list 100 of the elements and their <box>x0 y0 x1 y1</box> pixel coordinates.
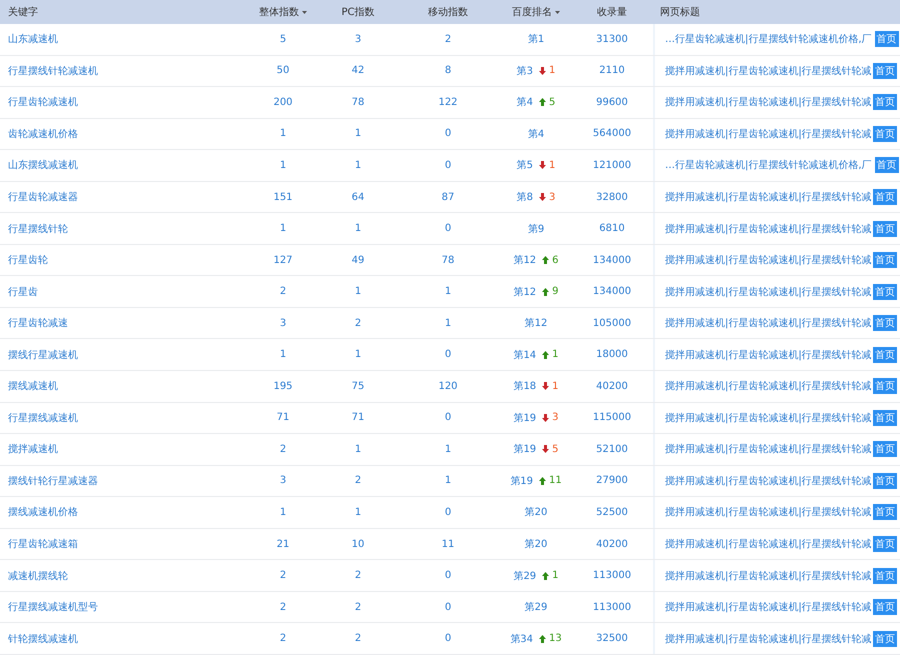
rank-text: 第1 <box>528 33 544 46</box>
indexed-count: 113000 <box>592 570 632 582</box>
keyword-link[interactable]: 行星摆线减速机型号 <box>8 600 98 614</box>
overall-index: 195 <box>273 380 293 392</box>
page-title-link[interactable]: 搅拌用减速机|行星齿轮减速机|行星摆线针轮减 <box>665 600 872 614</box>
keyword-link[interactable]: 行星齿轮 <box>8 253 48 268</box>
page-title-link[interactable]: …行星齿轮减速机|行星摆线针轮减速机价格,厂 <box>665 32 872 46</box>
keyword-link[interactable]: 搅拌减速机 <box>8 442 58 456</box>
rank-text: 第3 <box>516 64 533 78</box>
mobile-index: 120 <box>438 380 458 392</box>
indexed-count: 115000 <box>592 412 632 424</box>
column-header: 收录量 <box>597 6 627 19</box>
rank-change: 1 <box>549 65 556 76</box>
pc-index: 2 <box>354 570 362 582</box>
page-title-link[interactable]: 搅拌用减速机|行星齿轮减速机|行星摆线针轮减 <box>665 64 872 78</box>
indexed-count: 564000 <box>592 128 632 140</box>
mobile-index: 0 <box>444 349 452 360</box>
keyword-link[interactable]: 行星摆线减速机 <box>8 410 78 425</box>
column-header[interactable]: 百度排名 <box>512 5 552 19</box>
overall-index: 1 <box>280 128 286 140</box>
rank-change: 6 <box>552 254 559 266</box>
column-header: 关键字 <box>8 6 38 19</box>
overall-index: 151 <box>273 192 293 202</box>
keyword-link[interactable]: 摆线针轮行星减速器 <box>8 474 98 488</box>
page-title-link[interactable]: 搅拌用减速机|行星齿轮减速机|行星摆线针轮减 <box>665 348 872 362</box>
indexed-count: 99600 <box>596 96 628 108</box>
keyword-link[interactable]: 针轮摆线减速机 <box>8 632 78 646</box>
page-title-link[interactable]: 搅拌用减速机|行星齿轮减速机|行星摆线针轮减 <box>665 222 872 236</box>
mobile-index: 0 <box>444 412 452 424</box>
sort-caret-icon[interactable] <box>302 10 307 14</box>
rank-text: 第29 <box>524 601 548 614</box>
keyword-link[interactable]: 摆线减速机价格 <box>8 505 78 520</box>
mobile-index: 11 <box>442 538 454 550</box>
pc-index: 42 <box>352 65 364 76</box>
rank-text: 第29 <box>513 570 536 583</box>
overall-index: 1 <box>280 506 286 518</box>
keyword-link[interactable]: 山东摆线减速机 <box>8 158 78 172</box>
page-title-link[interactable]: 搅拌用减速机|行星齿轮减速机|行星摆线针轮减 <box>665 632 872 646</box>
page-title-link[interactable]: 搅拌用减速机|行星齿轮减速机|行星摆线针轮减 <box>665 505 872 520</box>
rank-text: 第4 <box>528 128 544 141</box>
rank-change: 11 <box>549 475 562 486</box>
indexed-count: 40200 <box>596 538 628 550</box>
mobile-index: 0 <box>444 570 452 582</box>
sort-caret-icon[interactable] <box>555 10 560 14</box>
keyword-link[interactable]: 减速机摆线轮 <box>8 568 68 583</box>
keyword-link[interactable]: 摆线行星减速机 <box>8 348 78 362</box>
page-title-link[interactable]: 搅拌用减速机|行星齿轮减速机|行星摆线针轮减 <box>665 568 872 583</box>
pc-index: 78 <box>352 96 364 108</box>
page-title-link[interactable]: 搅拌用减速机|行星齿轮减速机|行星摆线针轮减 <box>665 442 872 456</box>
keyword-link[interactable]: 行星齿轮减速器 <box>8 190 78 204</box>
page-title-link[interactable]: 搅拌用减速机|行星齿轮减速机|行星摆线针轮减 <box>665 379 872 394</box>
page-title-link[interactable]: 搅拌用减速机|行星齿轮减速机|行星摆线针轮减 <box>665 410 872 425</box>
rank-change: 1 <box>552 380 559 392</box>
pc-index: 2 <box>354 633 362 644</box>
homepage-tag: 首页 <box>872 62 897 79</box>
page-title-link[interactable]: …行星齿轮减速机|行星摆线针轮减速机价格,厂 <box>665 158 872 172</box>
mobile-index: 1 <box>444 475 452 486</box>
page-title-link[interactable]: 搅拌用减速机|行星齿轮减速机|行星摆线针轮减 <box>665 537 872 552</box>
homepage-tag: 首页 <box>872 441 897 458</box>
page-title-link[interactable]: 搅拌用减速机|行星齿轮减速机|行星摆线针轮减 <box>665 95 872 110</box>
keyword-link[interactable]: 山东减速机 <box>8 32 58 46</box>
overall-index: 1 <box>280 349 286 360</box>
keyword-link[interactable]: 齿轮减速机价格 <box>8 126 78 141</box>
page-title-link[interactable]: 搅拌用减速机|行星齿轮减速机|行星摆线针轮减 <box>665 190 872 204</box>
homepage-tag: 首页 <box>874 157 899 174</box>
keyword-link[interactable]: 行星摆线针轮 <box>8 222 68 236</box>
overall-index: 127 <box>273 254 293 266</box>
overall-index: 2 <box>280 602 286 613</box>
pc-index: 1 <box>354 444 362 455</box>
homepage-tag: 首页 <box>872 220 897 237</box>
page-title-link[interactable]: 搅拌用减速机|行星齿轮减速机|行星摆线针轮减 <box>665 316 872 330</box>
indexed-count: 134000 <box>592 254 632 266</box>
overall-index: 71 <box>276 412 290 424</box>
homepage-tag: 首页 <box>872 536 897 552</box>
keyword-link[interactable]: 摆线减速机 <box>8 379 58 394</box>
overall-index: 2 <box>280 570 286 582</box>
mobile-index: 122 <box>438 96 458 108</box>
keyword-link[interactable]: 行星齿轮减速 <box>8 316 68 330</box>
keyword-link[interactable]: 行星齿轮减速机 <box>8 95 78 110</box>
indexed-count: 2110 <box>599 65 625 76</box>
column-header: PC指数 <box>341 6 374 19</box>
page-title-link[interactable]: 搅拌用减速机|行星齿轮减速机|行星摆线针轮减 <box>665 126 872 141</box>
mobile-index: 0 <box>444 128 452 140</box>
rank-text: 第20 <box>524 506 548 520</box>
page-title-link[interactable]: 搅拌用减速机|行星齿轮减速机|行星摆线针轮减 <box>665 253 872 268</box>
keyword-link[interactable]: 行星摆线针轮减速机 <box>8 64 98 78</box>
indexed-count: 31300 <box>596 34 628 45</box>
column-header[interactable]: 整体指数 <box>259 5 299 19</box>
page-title-link[interactable]: 搅拌用减速机|行星齿轮减速机|行星摆线针轮减 <box>665 474 872 488</box>
keyword-link[interactable]: 行星齿轮减速箱 <box>8 537 78 552</box>
rank-text: 第19 <box>510 474 533 488</box>
column-header: 移动指数 <box>428 6 468 19</box>
overall-index: 3 <box>280 475 286 486</box>
mobile-index: 8 <box>444 65 452 76</box>
rank-text: 第4 <box>516 96 533 110</box>
pc-index: 49 <box>352 254 364 266</box>
page-title-link[interactable]: 搅拌用减速机|行星齿轮减速机|行星摆线针轮减 <box>665 284 872 299</box>
keyword-link[interactable]: 行星齿 <box>8 284 38 299</box>
pc-index: 1 <box>354 286 362 298</box>
overall-index: 200 <box>273 96 293 108</box>
